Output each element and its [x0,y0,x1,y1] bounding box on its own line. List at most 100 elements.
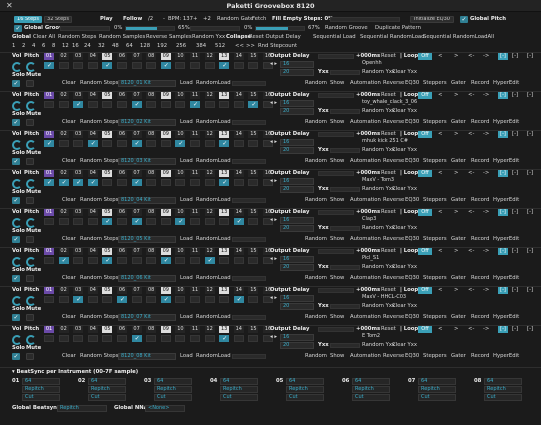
random-yxx-button[interactable]: Random Yxx [362,264,395,271]
automation-button[interactable]: Automation [350,80,381,87]
step-number[interactable]: 06 [117,248,127,255]
beatsync-value[interactable]: 64 [352,378,390,385]
eq30-button[interactable]: EQ30 [405,236,419,243]
step-number[interactable]: 02 [58,92,69,99]
step-number[interactable]: 15 [248,248,259,255]
sample-slider[interactable] [232,354,266,359]
step-number[interactable]: 12 [204,92,215,99]
randomload-button[interactable]: RandomLoad [196,80,231,87]
step-toggle[interactable] [248,101,259,108]
step-toggle[interactable] [160,257,171,264]
randomload-button[interactable]: RandomLoad [196,236,231,243]
bracket-1-button[interactable]: [-] [498,326,508,333]
stepcount-option[interactable]: 12 [62,43,69,50]
step-toggle[interactable] [58,296,69,303]
step-toggle[interactable] [233,335,244,342]
vol-knob[interactable] [12,140,22,150]
stepcount-option[interactable]: 4 [32,43,35,50]
step-toggle[interactable] [146,296,157,303]
step-toggle[interactable] [160,101,171,108]
step-number[interactable]: 10 [175,53,186,60]
beatsync-nna[interactable]: Cut [88,394,126,401]
record-button[interactable]: Record [471,158,489,165]
stepcount-option[interactable]: 32 [98,43,105,50]
hyperedit-button[interactable]: HyperEdit [493,236,519,243]
loop-off-button[interactable]: Off [418,131,432,138]
pitch-knob[interactable] [26,179,36,189]
step-toggle[interactable] [146,218,157,225]
pitch-value[interactable]: 16 [280,256,314,263]
step-toggle[interactable] [175,62,186,69]
mute-check[interactable] [26,275,34,282]
gater-button[interactable]: Gater [451,80,466,87]
step-number[interactable]: 12 [204,287,215,294]
clear-button[interactable]: Clear [62,275,76,282]
steppers-button[interactable]: Steppers [423,119,447,126]
reverse-button[interactable]: Reverse [383,314,404,321]
step-number[interactable]: 01 [44,248,54,255]
bracket-2-button[interactable]: [-] [512,131,518,138]
step-toggle[interactable] [233,218,244,225]
step-number[interactable]: 15 [248,209,259,216]
step-toggle[interactable] [175,101,186,108]
stepcount-option[interactable]: Rnd Stepcount [258,43,297,50]
step-toggle[interactable] [87,62,98,69]
step-toggle[interactable] [204,257,215,264]
random-yxx-button[interactable]: Random Yxx [362,147,395,154]
move-left-button[interactable]: <- [468,326,474,333]
output-delay-slider[interactable] [318,93,354,98]
bracket-1-button[interactable]: [-] [498,170,508,177]
show-button[interactable]: Show [330,275,344,282]
step-toggle[interactable] [146,62,157,69]
step-number[interactable]: 02 [58,287,69,294]
random-button[interactable]: Random [305,275,327,282]
clear-all-button[interactable]: Clear All [33,34,55,41]
steppers-button[interactable]: Steppers [423,314,447,321]
step-number[interactable]: 07 [131,131,142,138]
next-button[interactable]: > [454,131,458,138]
step-toggle[interactable] [73,101,84,108]
bracket-3-button[interactable]: [-] [527,248,533,255]
steppers-button[interactable]: Steppers [423,275,447,282]
step-toggle[interactable] [58,257,69,264]
clear-button[interactable]: Clear [62,119,76,126]
clear-button[interactable]: Clear [62,197,76,204]
step-number[interactable]: 05 [102,170,113,177]
step-toggle[interactable] [160,218,171,225]
step-toggle[interactable] [117,218,127,225]
step-number[interactable]: 12 [204,53,215,60]
step-toggle[interactable] [44,101,54,108]
reset-output-delay-button[interactable]: Reset Output Delay [249,34,301,41]
step-toggle[interactable] [219,62,230,69]
bracket-2-button[interactable]: [-] [512,287,518,294]
stepcount-option[interactable]: 64 [126,43,133,50]
reset-button[interactable]: Reset [381,131,396,138]
step-number[interactable]: 13 [219,209,230,216]
global-nna-select[interactable]: <None> [145,405,185,412]
next-button[interactable]: > [454,170,458,177]
random-groove-button[interactable]: Random Groove [325,25,368,32]
clear-button[interactable]: Clear [62,158,76,165]
pitch-knob[interactable] [26,101,36,111]
move-left-button[interactable]: <- [468,92,474,99]
stepcount-option[interactable]: 2 [22,43,25,50]
step-toggle[interactable] [44,257,54,264]
stepcount-option[interactable]: 16 [72,43,79,50]
output-delay-slider[interactable] [318,249,354,254]
step-number[interactable]: 08 [146,170,157,177]
step-number[interactable]: 11 [190,131,200,138]
random-button[interactable]: Random [305,119,327,126]
step-toggle[interactable] [44,335,54,342]
reverse-button[interactable]: Reverse [383,275,404,282]
random-button[interactable]: Random [305,353,327,360]
groove-slider-1[interactable] [60,26,110,31]
step-number[interactable]: 15 [248,287,259,294]
move-left-button[interactable]: <- [468,209,474,216]
yxx-slider[interactable] [330,187,360,192]
step-number[interactable]: 11 [190,287,200,294]
step-number[interactable]: 01 [44,53,54,60]
vol-knob[interactable] [12,218,22,228]
beatsync-mode[interactable]: Repitch [88,386,126,393]
random-steps-button[interactable]: Random Steps [58,34,96,41]
bracket-3-button[interactable]: [-] [527,326,533,333]
